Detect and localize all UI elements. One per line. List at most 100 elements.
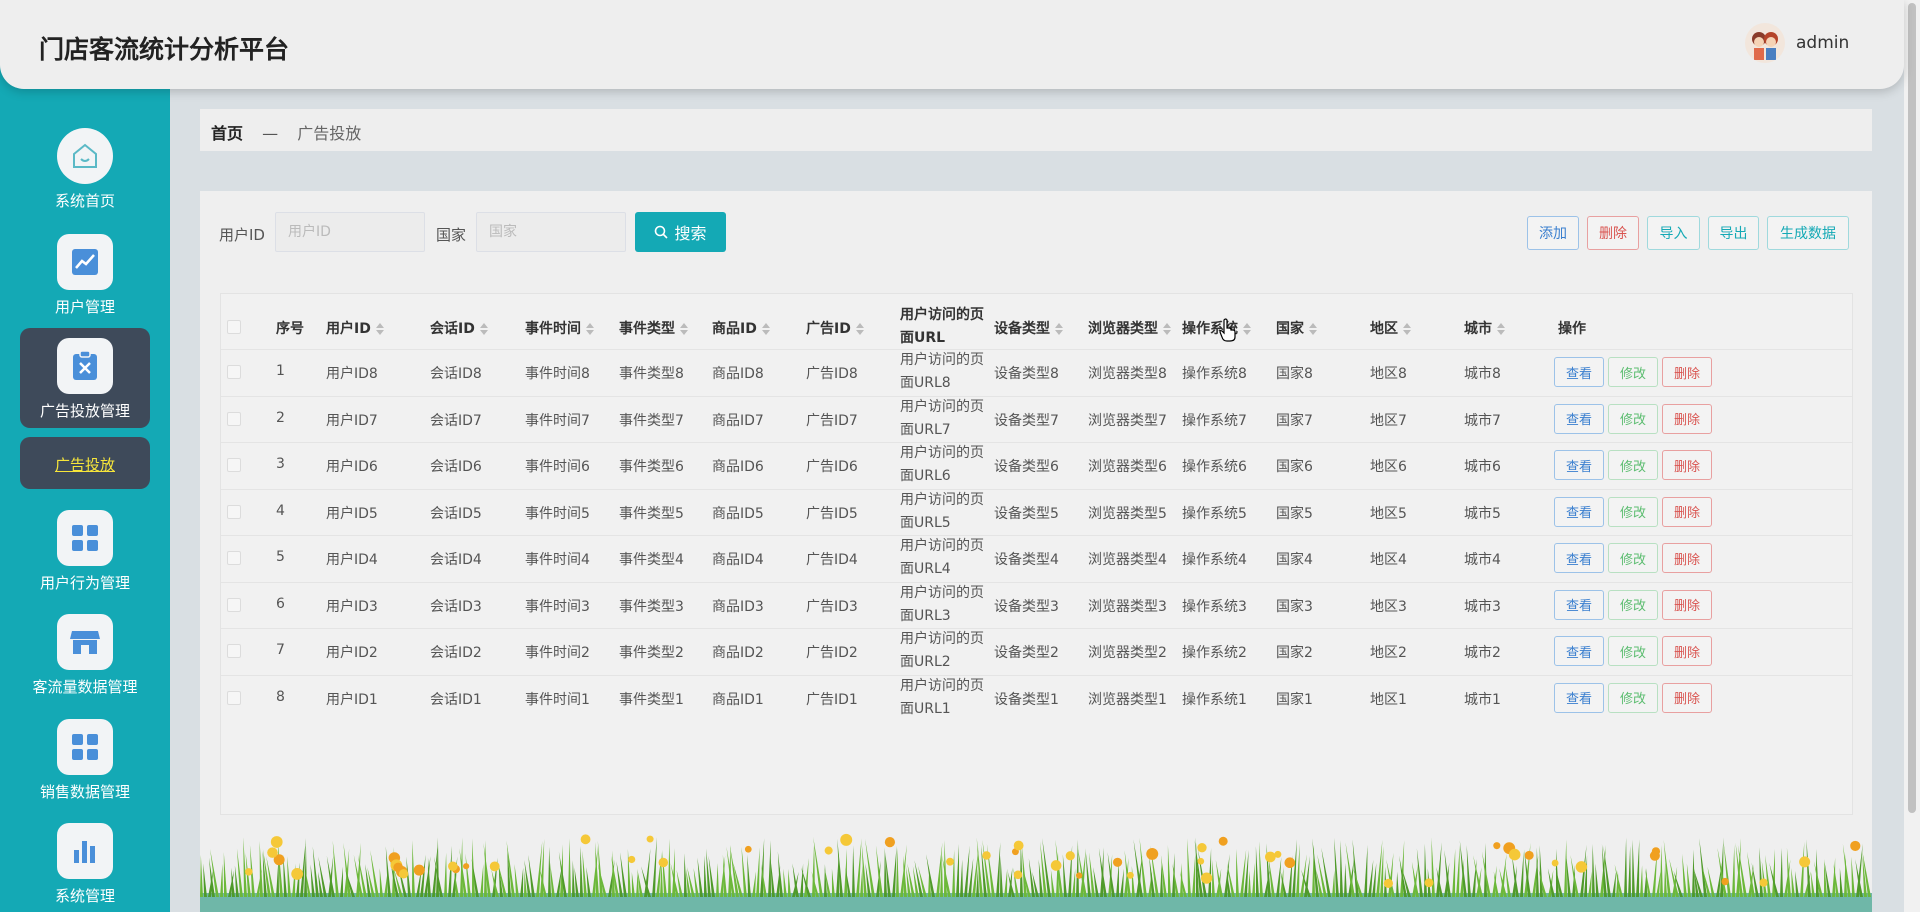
- column-header[interactable]: 商品ID: [712, 318, 770, 338]
- row-divider: [221, 674, 1852, 676]
- table-cell: 浏览器类型5: [1088, 505, 1167, 522]
- row-edit-button[interactable]: 修改: [1608, 636, 1658, 667]
- sort-icon[interactable]: [1309, 323, 1317, 335]
- row-edit-button[interactable]: 修改: [1608, 450, 1658, 481]
- row-checkbox[interactable]: [227, 597, 241, 612]
- row-edit-button[interactable]: 修改: [1608, 496, 1658, 527]
- row-edit-button[interactable]: 修改: [1608, 357, 1658, 388]
- row-checkbox[interactable]: [227, 504, 241, 519]
- search-button-label: 搜索: [674, 226, 707, 243]
- table-cell: 事件类型2: [619, 645, 684, 662]
- column-header[interactable]: 用户ID: [326, 318, 384, 338]
- table-cell: 会话ID6: [430, 459, 482, 476]
- column-header[interactable]: 广告ID: [806, 318, 864, 338]
- row-view-button[interactable]: 查看: [1554, 636, 1604, 667]
- column-header[interactable]: 地区: [1370, 318, 1411, 338]
- column-header[interactable]: 事件类型: [619, 318, 688, 338]
- table-cell: 城市8: [1464, 366, 1501, 383]
- store-icon: [57, 614, 113, 670]
- row-delete-button[interactable]: 删除: [1662, 357, 1712, 388]
- row-delete-button[interactable]: 删除: [1662, 403, 1712, 434]
- sidebar-item-system[interactable]: 系统管理: [20, 823, 150, 906]
- add-button[interactable]: 添加: [1527, 216, 1579, 250]
- column-header[interactable]: 城市: [1464, 318, 1505, 338]
- sort-icon[interactable]: [1055, 323, 1063, 335]
- column-header[interactable]: 国家: [1276, 318, 1317, 338]
- row-delete-button[interactable]: 删除: [1662, 450, 1712, 481]
- row-checkbox[interactable]: [227, 458, 241, 473]
- column-header[interactable]: 会话ID: [430, 318, 488, 338]
- table-cell: 事件时间5: [525, 505, 590, 522]
- table-cell: 操作系统6: [1182, 459, 1247, 476]
- sort-icon[interactable]: [680, 323, 688, 335]
- row-view-button[interactable]: 查看: [1554, 682, 1604, 713]
- row-divider: [221, 395, 1852, 397]
- home-icon: [57, 128, 113, 184]
- column-header[interactable]: 事件时间: [525, 318, 594, 338]
- column-header[interactable]: 设备类型: [994, 318, 1063, 338]
- row-edit-button[interactable]: 修改: [1608, 543, 1658, 574]
- row-delete-button[interactable]: 删除: [1662, 589, 1712, 620]
- import-button[interactable]: 导入: [1647, 216, 1700, 250]
- generate-data-button[interactable]: 生成数据: [1767, 216, 1849, 250]
- row-view-button[interactable]: 查看: [1554, 543, 1604, 574]
- column-header-label: 序号: [276, 321, 304, 337]
- sidebar-item-sales-data[interactable]: 销售数据管理: [20, 719, 150, 802]
- sidebar-item-users[interactable]: 用户管理: [20, 234, 150, 317]
- table-cell: 设备类型3: [994, 598, 1059, 615]
- sort-icon[interactable]: [1243, 323, 1251, 335]
- sidebar-item-ad-management[interactable]: 广告投放管理: [20, 328, 150, 428]
- breadcrumb-separator: —: [262, 124, 279, 143]
- sort-icon[interactable]: [375, 323, 384, 335]
- sort-icon[interactable]: [1163, 323, 1171, 335]
- row-edit-button[interactable]: 修改: [1608, 589, 1658, 620]
- row-view-button[interactable]: 查看: [1554, 589, 1604, 620]
- sidebar-item-home[interactable]: 系统首页: [20, 128, 150, 211]
- row-edit-button[interactable]: 修改: [1608, 682, 1658, 713]
- row-view-button[interactable]: 查看: [1554, 450, 1604, 481]
- user-id-input[interactable]: [275, 212, 425, 252]
- country-input[interactable]: [476, 212, 626, 252]
- row-checkbox[interactable]: [227, 411, 241, 426]
- row-view-button[interactable]: 查看: [1554, 496, 1604, 527]
- content-panel: 用户ID 国家 搜索 添加 删除 导入 导出 生成数据 序号 用户ID 会话ID 事件…: [200, 191, 1872, 912]
- sort-icon[interactable]: [855, 323, 864, 335]
- sort-icon[interactable]: [1403, 323, 1411, 335]
- table-cell: 事件类型4: [619, 552, 684, 569]
- table-cell: 操作系统2: [1182, 645, 1247, 662]
- column-header[interactable]: 操作系统: [1182, 318, 1251, 338]
- row-checkbox[interactable]: [227, 365, 241, 380]
- avatar[interactable]: [1745, 23, 1785, 63]
- scrollbar-thumb[interactable]: [1908, 3, 1916, 813]
- select-all-checkbox[interactable]: [227, 320, 241, 334]
- data-table: 序号 用户ID 会话ID 事件时间 事件类型 商品ID 广告ID 用户访问的页面URL 设备类型…: [220, 293, 1853, 815]
- sidebar-item-traffic-data[interactable]: 客流量数据管理: [20, 614, 150, 697]
- table-cell: 地区5: [1370, 505, 1407, 522]
- row-edit-button[interactable]: 修改: [1608, 403, 1658, 434]
- row-checkbox[interactable]: [227, 690, 241, 705]
- row-view-button[interactable]: 查看: [1554, 403, 1604, 434]
- export-button[interactable]: 导出: [1708, 216, 1759, 250]
- row-delete-button[interactable]: 删除: [1662, 496, 1712, 527]
- row-delete-button[interactable]: 删除: [1662, 543, 1712, 574]
- search-button[interactable]: 搜索: [635, 212, 726, 252]
- row-delete-button[interactable]: 删除: [1662, 636, 1712, 667]
- sort-icon[interactable]: [479, 323, 488, 335]
- row-view-button[interactable]: 查看: [1554, 357, 1604, 388]
- user-name[interactable]: admin: [1796, 33, 1849, 53]
- column-header-label: 设备类型: [994, 321, 1050, 337]
- table-cell: 会话ID3: [430, 598, 482, 615]
- row-checkbox[interactable]: [227, 644, 241, 659]
- row-delete-button[interactable]: 删除: [1662, 682, 1712, 713]
- batch-delete-button[interactable]: 删除: [1587, 216, 1639, 250]
- sort-icon[interactable]: [586, 323, 594, 335]
- column-header[interactable]: 浏览器类型: [1088, 318, 1171, 338]
- page-scrollbar[interactable]: [1904, 0, 1920, 912]
- table-cell: 事件类型3: [619, 598, 684, 615]
- sort-icon[interactable]: [1497, 323, 1505, 335]
- breadcrumb-home[interactable]: 首页: [211, 124, 243, 143]
- sidebar-item-user-behavior[interactable]: 用户行为管理: [20, 510, 150, 593]
- row-checkbox[interactable]: [227, 551, 241, 566]
- sidebar-subitem-ad-placement[interactable]: 广告投放: [20, 437, 150, 489]
- sort-icon[interactable]: [761, 323, 770, 335]
